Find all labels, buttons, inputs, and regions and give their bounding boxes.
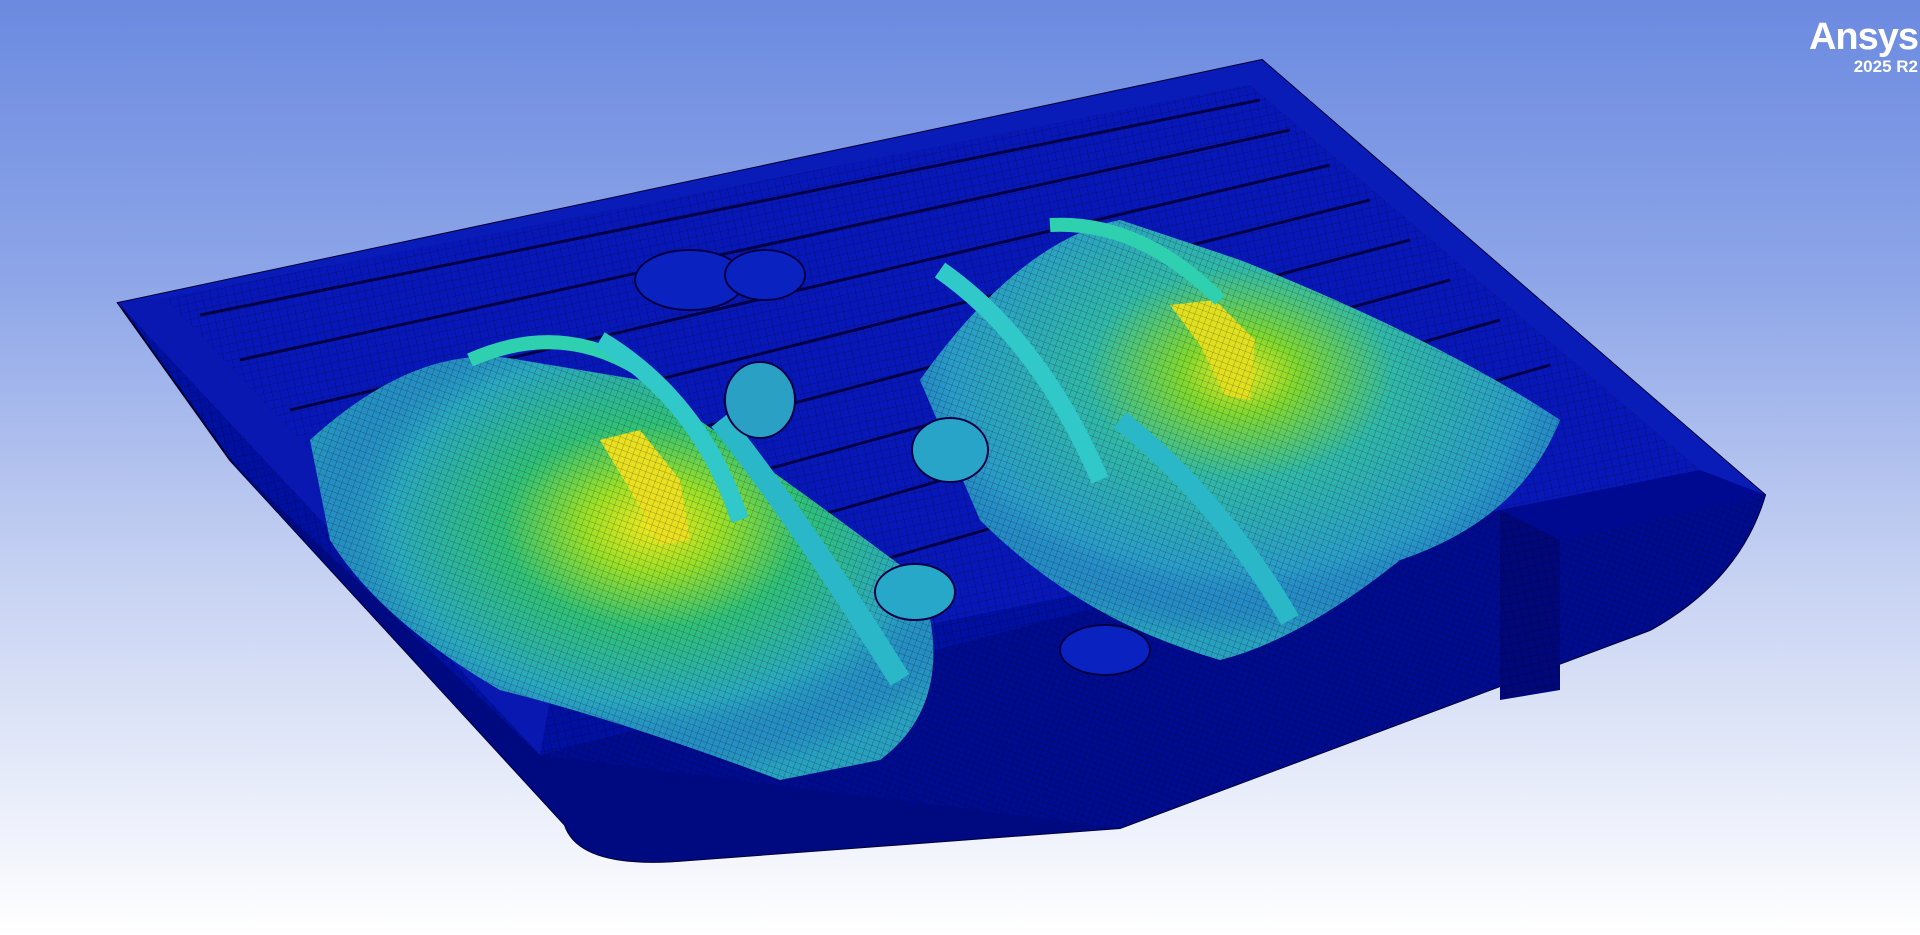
ansys-logo: Ansys 2025 R2 — [1808, 16, 1919, 76]
logo-wordmark: Ansys — [1808, 16, 1919, 58]
logo-version: 2025 R2 — [1853, 57, 1918, 76]
graphics-viewport[interactable]: Ansys 2025 R2 — [0, 0, 1920, 935]
fea-mesh-model[interactable] — [0, 0, 1920, 935]
